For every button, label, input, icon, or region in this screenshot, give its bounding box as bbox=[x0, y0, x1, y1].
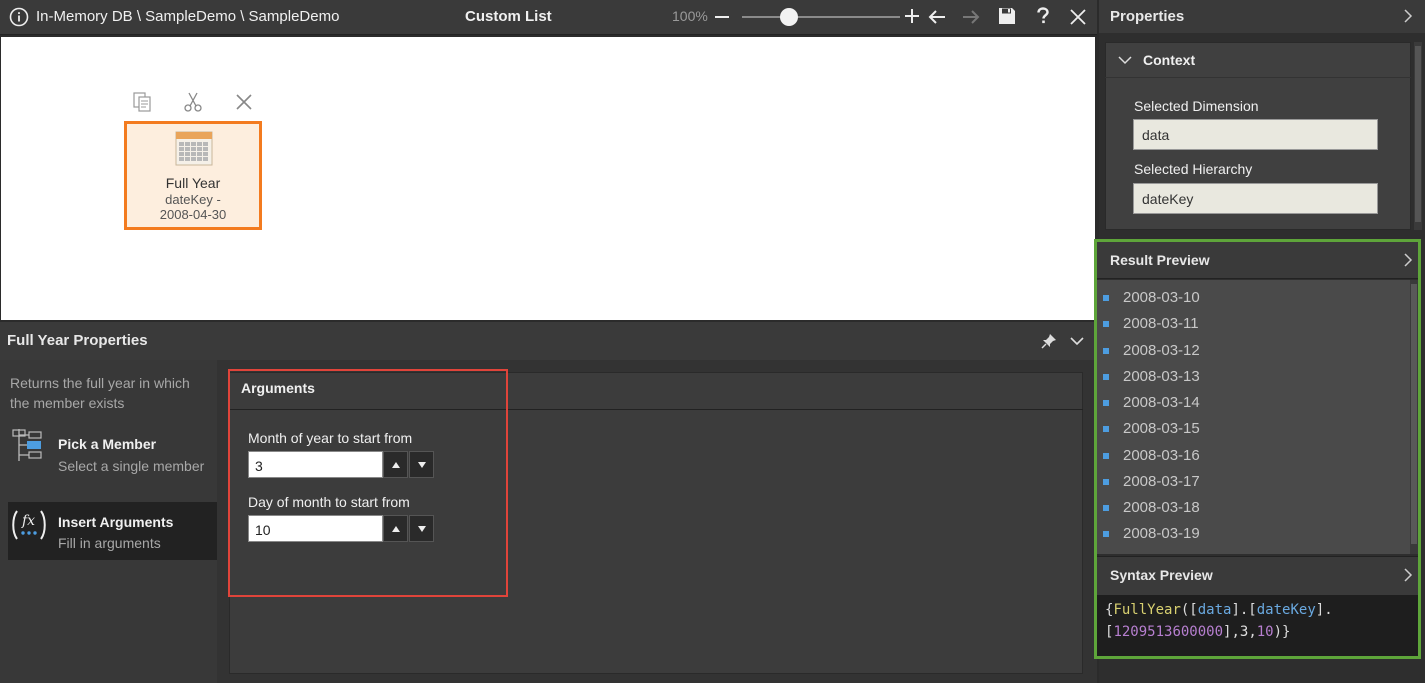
function-description: Returns the full year in which the membe… bbox=[10, 375, 190, 411]
nav-pick-member-label: Pick a Member bbox=[58, 436, 157, 452]
hierarchy-icon bbox=[10, 426, 46, 464]
undo-arrow-icon[interactable] bbox=[927, 7, 947, 27]
chevron-right-icon[interactable] bbox=[1400, 7, 1416, 25]
svg-text:fx: fx bbox=[21, 513, 35, 529]
zoom-in-icon[interactable] bbox=[903, 7, 921, 25]
context-divider bbox=[1105, 77, 1411, 78]
copy-icon[interactable] bbox=[131, 91, 153, 113]
nav-pick-member-sub: Select a single member bbox=[58, 458, 205, 474]
info-icon[interactable] bbox=[9, 7, 29, 27]
redo-arrow-icon[interactable] bbox=[961, 7, 981, 27]
delete-icon[interactable] bbox=[234, 92, 254, 112]
zoom-level: 100% bbox=[672, 8, 708, 24]
zoom-out-icon[interactable] bbox=[713, 8, 731, 26]
zoom-slider-track[interactable] bbox=[742, 16, 900, 18]
close-icon[interactable] bbox=[1068, 7, 1088, 27]
pin-icon[interactable] bbox=[1040, 332, 1058, 350]
cut-icon[interactable] bbox=[182, 91, 204, 113]
selected-dimension-label: Selected Dimension bbox=[1134, 98, 1259, 114]
node-subtitle-line1: dateKey - bbox=[165, 192, 221, 207]
chevron-down-icon[interactable] bbox=[1117, 52, 1133, 68]
selected-hierarchy-field[interactable]: dateKey bbox=[1133, 183, 1378, 214]
context-title: Context bbox=[1143, 52, 1196, 68]
selected-dimension-field[interactable]: data bbox=[1133, 119, 1378, 150]
page-title: Custom List bbox=[465, 8, 552, 25]
nav-insert-arguments-sub: Fill in arguments bbox=[58, 535, 161, 551]
chevron-down-icon[interactable] bbox=[1067, 332, 1087, 350]
node-subtitle-line2: 2008-04-30 bbox=[159, 207, 227, 222]
help-icon[interactable] bbox=[1034, 6, 1052, 26]
properties-pane-title: Full Year Properties bbox=[7, 332, 148, 349]
selected-hierarchy-label: Selected Hierarchy bbox=[1134, 161, 1253, 177]
node-subtitle: dateKey - 2008-04-30 bbox=[127, 192, 259, 222]
properties-title: Properties bbox=[1110, 8, 1185, 25]
save-icon[interactable] bbox=[997, 6, 1017, 26]
context-scrollbar[interactable] bbox=[1414, 42, 1422, 230]
full-year-node[interactable]: Full Year dateKey - 2008-04-30 bbox=[124, 121, 262, 230]
nav-pick-member[interactable]: Pick a Member Select a single member bbox=[8, 424, 217, 482]
breadcrumb: In-Memory DB \ SampleDemo \ SampleDemo bbox=[36, 8, 340, 25]
arguments-highlight bbox=[228, 369, 508, 597]
node-title: Full Year bbox=[165, 175, 221, 191]
preview-highlight bbox=[1094, 239, 1421, 659]
nav-insert-arguments-label: Insert Arguments bbox=[58, 514, 174, 530]
properties-pane-header bbox=[0, 322, 1097, 360]
title-bar: In-Memory DB \ SampleDemo \ SampleDemo C… bbox=[0, 0, 1097, 35]
calendar-icon bbox=[175, 129, 213, 167]
function-fx-icon: fx bbox=[10, 508, 48, 542]
zoom-slider-thumb[interactable] bbox=[780, 8, 798, 26]
nav-insert-arguments[interactable]: fx Insert Arguments Fill in arguments bbox=[8, 502, 217, 560]
